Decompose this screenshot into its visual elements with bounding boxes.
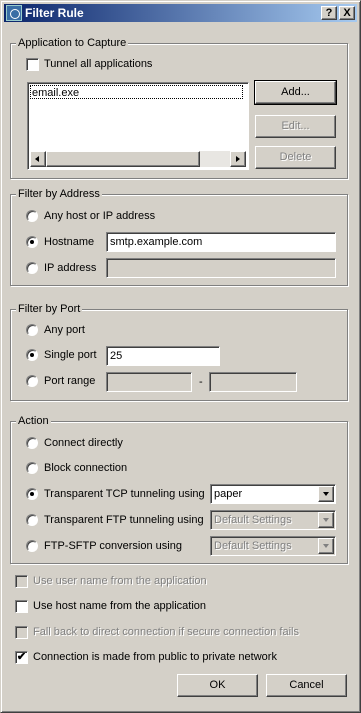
hostname-radio[interactable]: Hostname: [26, 234, 106, 250]
action-group-legend: Action: [16, 414, 51, 428]
scroll-right-button[interactable]: [230, 151, 246, 167]
use-user-name-label: Use user name from the application: [33, 575, 207, 587]
port-range-to-input[interactable]: [209, 372, 297, 392]
ip-address-label: IP address: [44, 262, 97, 274]
filter-rule-dialog: Filter Rule ? X Application to Capture T…: [0, 0, 361, 713]
ip-address-input[interactable]: [106, 258, 336, 278]
public-to-private-label: Connection is made from public to privat…: [33, 651, 277, 663]
help-button[interactable]: ?: [321, 6, 337, 20]
close-button[interactable]: X: [339, 6, 355, 20]
tcp-tunneling-radio-button[interactable]: [26, 488, 38, 500]
block-connection-label: Block connection: [44, 462, 128, 474]
single-port-radio[interactable]: Single port: [26, 347, 106, 363]
cancel-button[interactable]: Cancel: [266, 674, 347, 697]
ftp-sftp-label: FTP-SFTP conversion using: [44, 540, 182, 552]
ftp-tunneling-radio-button[interactable]: [26, 514, 38, 526]
ftp-sftp-radio[interactable]: FTP-SFTP conversion using: [26, 538, 208, 554]
sftp-profile-value: Default Settings: [214, 540, 292, 552]
connect-directly-radio-button[interactable]: [26, 437, 38, 449]
connect-directly-label: Connect directly: [44, 437, 123, 449]
list-item[interactable]: email.exe: [30, 85, 243, 99]
ip-address-radio-button[interactable]: [26, 262, 38, 274]
any-port-radio-button[interactable]: [26, 324, 38, 336]
add-button[interactable]: Add...: [254, 80, 337, 105]
fallback-checkbox[interactable]: Fall back to direct connection if secure…: [15, 624, 350, 640]
action-group: Action Connect directly Block connection…: [10, 414, 348, 564]
tunnel-all-checkbox[interactable]: Tunnel all applications: [26, 56, 226, 72]
fallback-label: Fall back to direct connection if secure…: [33, 626, 299, 638]
use-user-name-check-box[interactable]: [15, 575, 28, 588]
port-range-label: Port range: [44, 375, 96, 387]
port-group: Filter by Port Any port Single port 25 P…: [10, 302, 348, 401]
block-connection-radio[interactable]: Block connection: [26, 460, 226, 476]
tunnel-all-label: Tunnel all applications: [44, 58, 153, 70]
ok-button[interactable]: OK: [177, 674, 258, 697]
scroll-thumb[interactable]: [46, 151, 200, 167]
check-icon[interactable]: ✔: [15, 651, 28, 664]
application-list[interactable]: email.exe: [27, 82, 249, 170]
address-group-legend: Filter by Address: [16, 187, 102, 201]
port-group-legend: Filter by Port: [16, 302, 83, 316]
use-user-name-checkbox[interactable]: Use user name from the application: [15, 573, 315, 589]
use-host-name-checkbox[interactable]: Use host name from the application: [15, 598, 315, 614]
ftp-profile-value: Default Settings: [214, 514, 292, 526]
app-icon: [6, 5, 22, 21]
scroll-left-button[interactable]: [30, 151, 46, 167]
block-connection-radio-button[interactable]: [26, 462, 38, 474]
ftp-profile-select[interactable]: Default Settings: [210, 510, 336, 530]
any-host-radio[interactable]: Any host or IP address: [26, 208, 226, 224]
chevron-down-icon[interactable]: [318, 486, 334, 502]
delete-button[interactable]: Delete: [255, 146, 336, 169]
ftp-tunneling-radio[interactable]: Transparent FTP tunneling using: [26, 512, 208, 528]
edit-button[interactable]: Edit...: [255, 115, 336, 138]
application-group: Application to Capture Tunnel all applic…: [10, 36, 348, 179]
use-host-name-label: Use host name from the application: [33, 600, 207, 612]
title-bar[interactable]: Filter Rule ? X: [4, 4, 357, 22]
single-port-radio-button[interactable]: [26, 349, 38, 361]
any-port-radio[interactable]: Any port: [26, 322, 176, 338]
application-group-legend: Application to Capture: [16, 36, 129, 50]
port-range-from-input[interactable]: [106, 372, 192, 392]
horizontal-scrollbar[interactable]: [30, 151, 246, 167]
address-group: Filter by Address Any host or IP address…: [10, 187, 348, 286]
sftp-profile-select[interactable]: Default Settings: [210, 536, 336, 556]
ftp-sftp-radio-button[interactable]: [26, 540, 38, 552]
public-to-private-checkbox[interactable]: ✔ Connection is made from public to priv…: [15, 649, 350, 665]
port-range-radio[interactable]: Port range: [26, 373, 106, 389]
use-host-name-check-box[interactable]: [15, 600, 28, 613]
chevron-down-icon[interactable]: [318, 538, 334, 554]
hostname-label: Hostname: [44, 236, 95, 248]
hostname-input[interactable]: smtp.example.com: [106, 232, 336, 252]
single-port-label: Single port: [44, 349, 97, 361]
ip-address-radio[interactable]: IP address: [26, 260, 106, 276]
single-port-input[interactable]: 25: [106, 346, 220, 366]
delete-button-label: Delete: [279, 151, 312, 163]
window-title: Filter Rule: [25, 6, 84, 20]
fallback-check-box[interactable]: [15, 626, 28, 639]
tcp-profile-select[interactable]: paper: [210, 484, 336, 504]
port-range-radio-button[interactable]: [26, 375, 38, 387]
tcp-profile-value: paper: [214, 488, 243, 500]
ftp-tunneling-label: Transparent FTP tunneling using: [44, 514, 204, 526]
tcp-tunneling-radio[interactable]: Transparent TCP tunneling using: [26, 486, 208, 502]
chevron-down-icon[interactable]: [318, 512, 334, 528]
any-host-label: Any host or IP address: [44, 210, 156, 222]
connect-directly-radio[interactable]: Connect directly: [26, 435, 226, 451]
tunnel-all-check-box[interactable]: [26, 58, 39, 71]
any-host-radio-button[interactable]: [26, 210, 38, 222]
any-port-label: Any port: [44, 324, 85, 336]
hostname-radio-button[interactable]: [26, 236, 38, 248]
port-range-separator: -: [199, 376, 203, 388]
edit-button-label: Edit...: [281, 120, 310, 132]
tcp-tunneling-label: Transparent TCP tunneling using: [44, 488, 205, 500]
